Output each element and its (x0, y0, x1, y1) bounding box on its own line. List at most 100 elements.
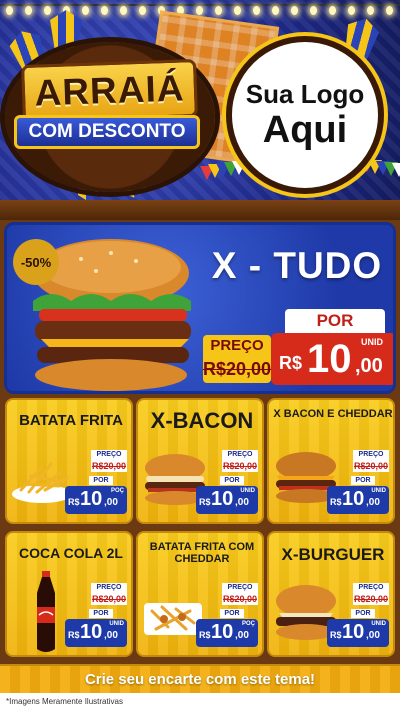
por-label: POR (285, 309, 385, 333)
price-box: PREÇO R$20,00 POR R$ 10,00 UNID (65, 583, 127, 649)
currency-symbol: R$ (68, 630, 80, 640)
featured-product-card: -50% X - TUDO PREÇO R$20,00 POR R$ 10 ,0… (4, 222, 396, 394)
price-cents: ,00 (235, 497, 249, 508)
light-bulb-icon (310, 6, 317, 15)
old-price: R$20,00 (222, 460, 258, 472)
new-price-box: R$ 10,00 UNID (327, 486, 389, 514)
product-name: X BACON E CHEDDAR (273, 408, 393, 420)
por-label: POR (89, 476, 113, 485)
price-cents: ,00 (104, 497, 118, 508)
campaign-title: ARRAIÁ (21, 58, 198, 124)
light-bulb-icon (196, 6, 203, 15)
currency-symbol: R$ (199, 497, 211, 507)
price-unit: UNID (109, 621, 124, 627)
por-label: POR (220, 476, 244, 485)
price-label: PREÇO (91, 450, 127, 460)
old-price: R$20,00 (353, 460, 389, 472)
product-image (11, 456, 73, 509)
new-price-box: R$ 10,00 UNID (196, 486, 258, 514)
coke-bottle-image (37, 571, 55, 652)
light-bulb-icon (120, 6, 127, 15)
product-name: COCA COLA 2L (19, 545, 123, 561)
logo-text-line1: Sua Logo (245, 79, 365, 109)
featured-product-name: X - TUDO (211, 245, 383, 286)
price-unit: UNID (371, 488, 386, 494)
product-name: BATATA FRITA COM CHEDDAR (149, 541, 255, 565)
currency-symbol: R$ (199, 630, 211, 640)
new-price-box: R$ 10,00 POÇ (65, 486, 127, 514)
disclaimer-text: *Imagens Meramente Ilustrativas (0, 693, 400, 711)
currency-symbol: R$ (279, 353, 303, 373)
price-label: PREÇO (353, 583, 389, 593)
product-card: COCA COLA 2L PREÇO R$20,00 POR R$ 10,00 UNID (5, 531, 133, 657)
product-card: X BACON E CHEDDAR PREÇO R$20,00 POR R$ 10,00 U… (267, 398, 395, 524)
price-integer: 10 (80, 621, 103, 643)
light-bulb-icon (82, 6, 89, 15)
discount-badge: -50% (13, 239, 59, 285)
price-cents: ,00 (355, 355, 383, 377)
light-bulb-icon (272, 6, 279, 15)
light-bulb-icon (291, 6, 298, 15)
price-box: PREÇO R$20,00 POR R$ 10,00 UNID (327, 450, 389, 516)
light-bulb-icon (101, 6, 108, 15)
logo-text-line2: Aqui (262, 109, 348, 151)
price-integer: 10 (211, 488, 234, 510)
product-card: BATATA FRITA PREÇO R$20,00 POR R$ 10,00 POÇ (5, 398, 133, 524)
currency-symbol: R$ (68, 497, 80, 507)
price-box: PREÇO R$20,00 POR R$ 10,00 POÇ (196, 583, 258, 649)
product-image (142, 589, 204, 642)
price-cents: ,00 (104, 630, 118, 641)
fries-image (12, 462, 72, 503)
light-bulb-icon (215, 6, 222, 15)
light-bulb-icon (253, 6, 260, 15)
price-box: PREÇO R$20,00 POR R$ 10,00 UNID (327, 583, 389, 649)
price-unit: POÇ (241, 621, 255, 627)
wood-divider (0, 200, 400, 220)
light-bulb-icon (6, 6, 13, 15)
product-name: BATATA FRITA (19, 412, 123, 429)
currency-symbol: R$ (330, 497, 342, 507)
price-label: PREÇO (222, 583, 258, 593)
price-integer: 10 (80, 488, 103, 510)
light-bulb-icon (25, 6, 32, 15)
price-label: PREÇO (91, 583, 127, 593)
logo-placeholder: Sua Logo Aqui (226, 36, 384, 194)
light-bulb-icon (234, 6, 241, 15)
price-integer: 10 (342, 488, 365, 510)
por-label: POR (351, 476, 375, 485)
light-bulb-icon (386, 6, 393, 15)
price-cents: ,00 (366, 497, 380, 508)
price-cents: ,00 (366, 630, 380, 641)
festival-header: ARRAIÁ COM DESCONTO Sua Logo Aqui (0, 0, 400, 215)
price-integer: 10 (342, 621, 365, 643)
price-integer: 10 (307, 337, 352, 381)
product-image (31, 571, 61, 655)
old-price: R$20,00 (203, 359, 272, 379)
product-name: X-BURGUER (281, 545, 385, 564)
old-price: R$20,00 (91, 593, 127, 605)
product-card: X-BACON PREÇO R$20,00 POR R$ 10,00 UNID (136, 398, 264, 524)
bunting-flag (392, 163, 400, 178)
light-bulb-icon (329, 6, 336, 15)
old-price: R$20,00 (222, 593, 258, 605)
new-price-box: R$ 10 ,00 UNID (271, 333, 393, 385)
currency-symbol: R$ (330, 630, 342, 640)
price-integer: 10 (211, 621, 234, 643)
price-label: PREÇO (353, 450, 389, 460)
price-unit: UNID (240, 488, 255, 494)
light-bulb-icon (139, 6, 146, 15)
por-label: POR (89, 609, 113, 618)
price-label: PREÇO (222, 450, 258, 460)
cta-banner: Crie seu encarte com este tema! (0, 664, 400, 693)
old-price: R$20,00 (91, 460, 127, 472)
new-price-box: R$ 10,00 UNID (327, 619, 389, 647)
cheddar-fries-image (144, 603, 202, 635)
product-name: X-BACON (150, 408, 254, 433)
price-unit: UNID (371, 621, 386, 627)
new-price-box: R$ 10,00 POÇ (196, 619, 258, 647)
campaign-subtitle: COM DESCONTO (14, 115, 200, 149)
product-card: X-BURGUER PREÇO R$20,00 POR R$ 10,00 UNID (267, 531, 395, 657)
product-card: BATATA FRITA COM CHEDDAR PREÇO R$20,00 POR R… (136, 531, 264, 657)
light-bulb-icon (44, 6, 51, 15)
price-box: PREÇO R$20,00 POR R$ 10,00 POÇ (65, 450, 127, 516)
